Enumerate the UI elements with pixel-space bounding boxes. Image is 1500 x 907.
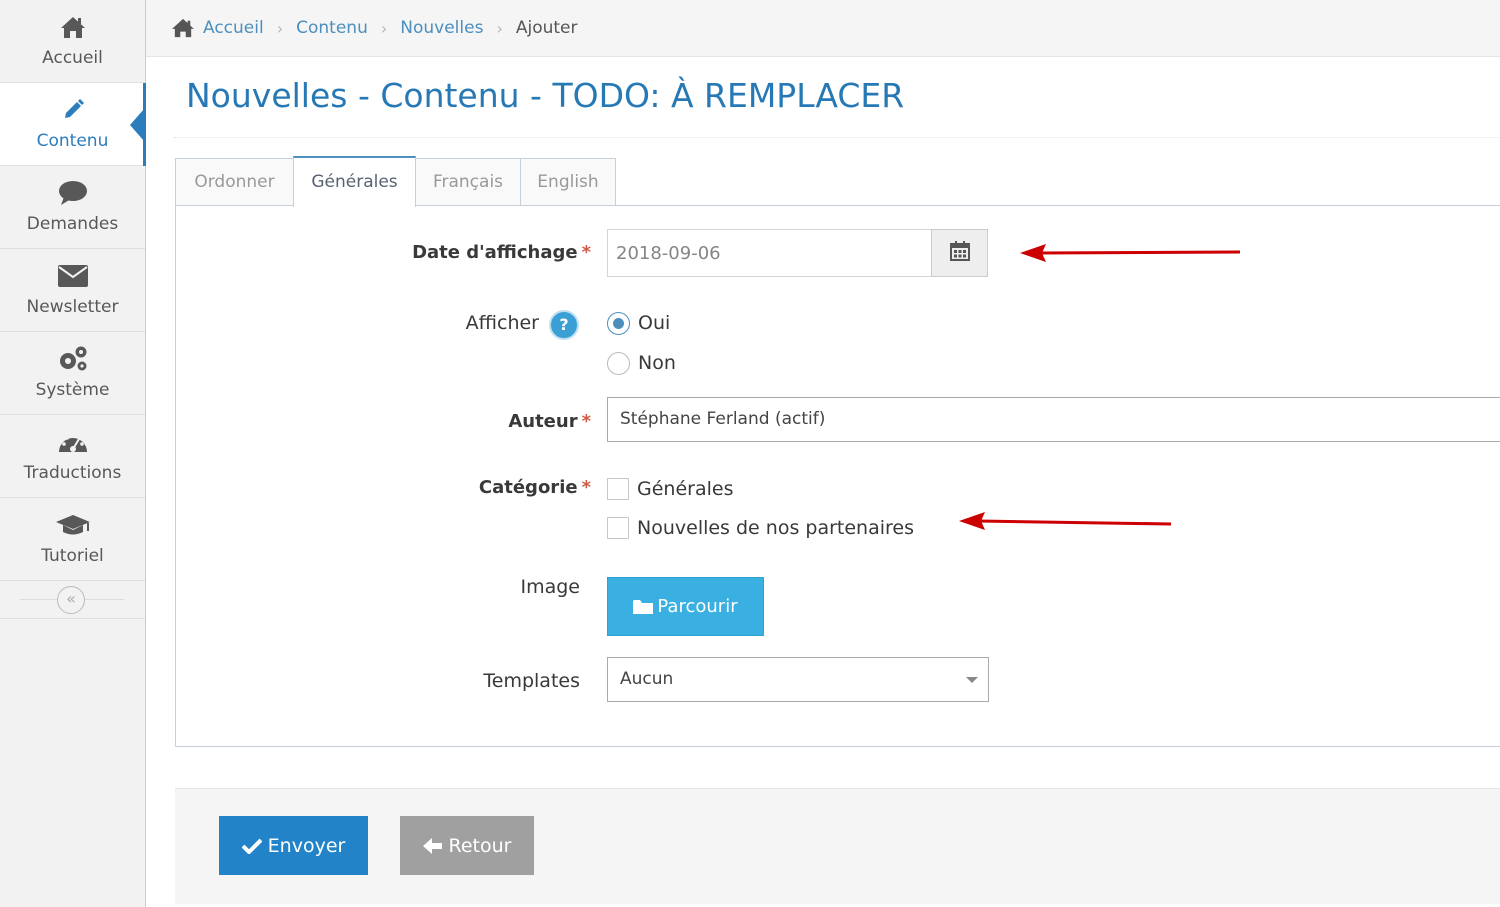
breadcrumb-separator: › bbox=[496, 18, 503, 38]
sidebar-item-label: Accueil bbox=[42, 48, 103, 68]
graduation-cap-icon bbox=[0, 510, 145, 540]
form-actions bbox=[175, 788, 1500, 904]
annotation-arrow-date bbox=[1020, 244, 1241, 262]
dashboard-icon bbox=[0, 427, 145, 457]
sidebar-item-newsletter[interactable]: Newsletter bbox=[0, 249, 145, 332]
checkbox-label: Générales bbox=[637, 478, 734, 500]
breadcrumb-link-nouvelles[interactable]: Nouvelles bbox=[400, 18, 483, 38]
categorie-label: Catégorie * bbox=[479, 477, 591, 498]
date-field-group bbox=[607, 229, 988, 277]
sidebar-item-contenu[interactable]: Contenu bbox=[0, 83, 146, 166]
back-button-label: Retour bbox=[448, 834, 512, 857]
sidebar-item-label: Demandes bbox=[26, 214, 119, 234]
divider bbox=[174, 137, 1500, 138]
tab-ordonner[interactable]: Ordonner bbox=[175, 158, 294, 207]
breadcrumb-current: Ajouter bbox=[515, 18, 578, 38]
back-button[interactable]: Retour bbox=[400, 816, 534, 875]
home-icon bbox=[0, 12, 145, 42]
afficher-label: Afficher bbox=[465, 312, 539, 334]
calendar-icon bbox=[949, 241, 970, 265]
page-title: Nouvelles - Contenu - TODO: À REMPLACER bbox=[186, 76, 905, 115]
checkbox-label: Nouvelles de nos partenaires bbox=[637, 517, 914, 539]
required-marker: * bbox=[581, 411, 591, 432]
submit-button[interactable]: Envoyer bbox=[219, 816, 368, 875]
sidebar-collapse-button[interactable]: « bbox=[57, 586, 85, 614]
sidebar-item-demandes[interactable]: Demandes bbox=[0, 166, 145, 249]
checkbox[interactable] bbox=[607, 517, 629, 539]
radio-label: Non bbox=[638, 352, 676, 374]
author-select[interactable]: Stéphane Ferland (actif) bbox=[607, 397, 1500, 442]
help-icon[interactable]: ? bbox=[549, 310, 579, 340]
calendar-button[interactable] bbox=[931, 229, 988, 277]
submit-button-label: Envoyer bbox=[267, 834, 346, 857]
sidebar-item-label: Traductions bbox=[23, 463, 122, 483]
sidebar-item-label: Tutoriel bbox=[41, 546, 104, 566]
date-label: Date d'affichage * bbox=[412, 242, 591, 263]
tab-generales[interactable]: Générales bbox=[293, 156, 416, 207]
chevron-down-icon bbox=[966, 677, 978, 683]
templates-select[interactable]: Aucun bbox=[607, 657, 989, 702]
pencil-icon bbox=[0, 95, 145, 125]
radio-non[interactable]: Non bbox=[607, 350, 676, 376]
sidebar-item-accueil[interactable]: Accueil bbox=[0, 0, 145, 83]
gears-icon bbox=[0, 344, 145, 374]
image-label: Image bbox=[520, 576, 580, 598]
checkbox[interactable] bbox=[607, 478, 629, 500]
breadcrumb-separator: › bbox=[276, 18, 284, 38]
sidebar-item-tutoriel[interactable]: Tutoriel bbox=[0, 498, 145, 581]
tab-francais[interactable]: Français bbox=[415, 158, 521, 207]
auteur-label: Auteur * bbox=[508, 411, 591, 432]
templates-select-value: Aucun bbox=[620, 669, 674, 689]
check-icon bbox=[241, 838, 268, 854]
chat-bubble-icon bbox=[0, 178, 145, 208]
breadcrumb-link-accueil[interactable]: Accueil bbox=[203, 18, 264, 38]
annotation-arrow-category bbox=[959, 512, 1172, 530]
sidebar-item-label: Système bbox=[35, 380, 110, 400]
auteur-label-text: Auteur bbox=[508, 411, 578, 432]
required-marker: * bbox=[581, 242, 591, 263]
breadcrumb-link-contenu[interactable]: Contenu bbox=[296, 18, 368, 38]
breadcrumb: Accueil › Contenu › Nouvelles › Ajouter bbox=[146, 0, 1500, 57]
required-marker: * bbox=[581, 477, 591, 498]
categorie-label-text: Catégorie bbox=[478, 477, 578, 498]
radio-button-checked[interactable] bbox=[607, 311, 630, 335]
tab-english[interactable]: English bbox=[520, 158, 616, 207]
radio-button[interactable] bbox=[607, 351, 630, 375]
radio-label: Oui bbox=[638, 312, 671, 334]
date-label-text: Date d'affichage bbox=[412, 242, 578, 263]
sidebar: Accueil Contenu Demandes Newsletter Syst… bbox=[0, 0, 146, 907]
envelope-icon bbox=[0, 261, 145, 291]
breadcrumb-separator: › bbox=[380, 18, 388, 38]
browse-button-label: Parcourir bbox=[657, 596, 738, 617]
checkbox-generales[interactable]: Générales bbox=[607, 476, 733, 502]
sidebar-collapse-row: « bbox=[0, 581, 145, 619]
date-input[interactable] bbox=[607, 229, 932, 277]
sidebar-item-systeme[interactable]: Système bbox=[0, 332, 145, 415]
sidebar-item-traductions[interactable]: Traductions bbox=[0, 415, 145, 498]
sidebar-item-label: Newsletter bbox=[26, 297, 119, 317]
folder-icon bbox=[633, 599, 654, 615]
browse-button[interactable]: Parcourir bbox=[607, 577, 764, 636]
checkbox-partenaires[interactable]: Nouvelles de nos partenaires bbox=[607, 515, 914, 541]
templates-label: Templates bbox=[483, 670, 580, 692]
arrow-left-icon bbox=[422, 837, 449, 855]
sidebar-item-label: Contenu bbox=[36, 131, 109, 151]
radio-oui[interactable]: Oui bbox=[607, 310, 670, 336]
home-icon[interactable] bbox=[171, 18, 195, 38]
